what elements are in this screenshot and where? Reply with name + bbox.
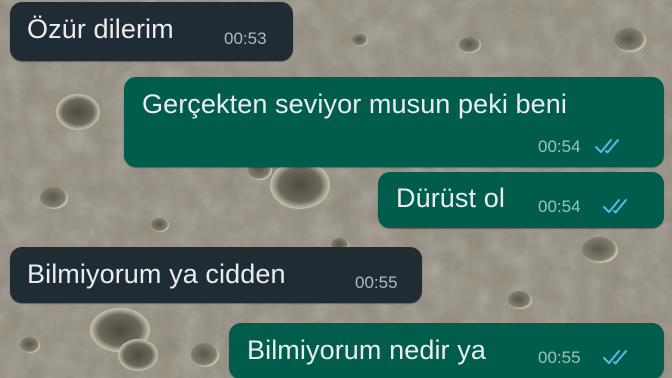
message-time: 00:53 (224, 29, 267, 48)
double-check-icon (595, 139, 619, 154)
message-time: 00:55 (355, 273, 398, 292)
message-bubble-outgoing[interactable]: Dürüst ol 00:54 (378, 172, 664, 228)
message-bubble-incoming[interactable]: Bilmiyorum ya cidden 00:55 (10, 247, 422, 303)
message-text: Dürüst ol (396, 183, 505, 213)
message-time: 00:54 (538, 137, 581, 156)
double-check-icon (603, 199, 627, 214)
message-bubble-outgoing[interactable]: Gerçekten seviyor musun peki beni 00:54 (124, 77, 664, 167)
double-check-icon (603, 350, 627, 365)
message-text: Bilmiyorum ya cidden (27, 259, 286, 289)
message-time: 00:55 (538, 348, 581, 367)
message-text: Gerçekten seviyor musun peki beni (142, 89, 568, 119)
message-text: Bilmiyorum nedir ya (247, 335, 486, 365)
message-text: Özür dilerim (27, 14, 174, 44)
message-bubble-incoming[interactable]: Özür dilerim 00:53 (10, 2, 293, 61)
message-time: 00:54 (538, 197, 581, 216)
message-bubble-outgoing[interactable]: Bilmiyorum nedir ya 00:55 (229, 323, 664, 378)
